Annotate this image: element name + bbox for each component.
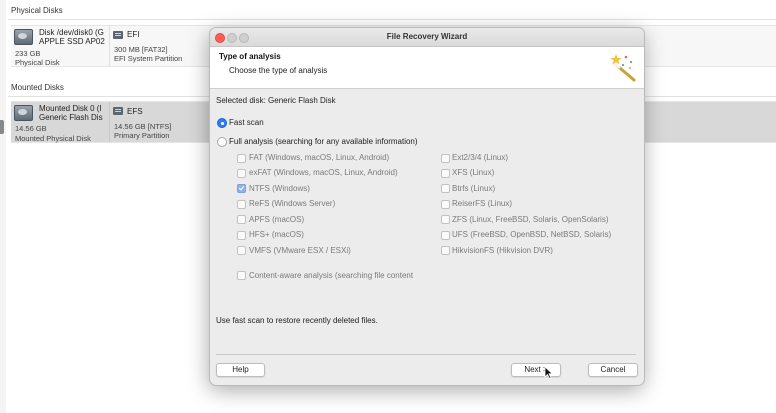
disk-size: 233 GB — [15, 49, 41, 58]
exfat-label[interactable]: exFAT (Windows, macOS, Linux, Android) — [249, 168, 398, 177]
partition-name: EFS — [127, 107, 143, 116]
fat-checkbox[interactable] — [237, 154, 246, 163]
ufs-checkbox[interactable] — [441, 231, 450, 240]
mouse-pointer-icon — [544, 366, 554, 379]
hard-disk-icon — [14, 29, 33, 45]
dialog-titlebar[interactable]: File Recovery Wizard — [210, 28, 644, 47]
efi-partition-cell[interactable]: EFI 300 MB [FAT32] EFI System Partition — [109, 26, 208, 66]
window-left-edge — [0, 0, 6, 413]
hfsplus-label[interactable]: HFS+ (macOS) — [249, 230, 304, 239]
partition-icon — [113, 107, 123, 115]
reiserfs-checkbox[interactable] — [441, 200, 450, 209]
hikvisionfs-label[interactable]: HikvisionFS (Hikvision DVR) — [452, 246, 553, 255]
section-divider — [8, 19, 776, 20]
flash-disk-icon — [14, 105, 33, 121]
cancel-button[interactable]: Cancel — [588, 363, 638, 377]
apfs-checkbox[interactable] — [237, 215, 246, 224]
partition-icon — [113, 31, 123, 39]
xfs-checkbox[interactable] — [441, 169, 450, 178]
sidebar-toggle-handle[interactable] — [0, 120, 4, 134]
exfat-checkbox[interactable] — [237, 169, 246, 178]
ext-label[interactable]: Ext2/3/4 (Linux) — [452, 153, 508, 162]
wizard-header: Type of analysis Choose the type of anal… — [210, 47, 644, 89]
help-button[interactable]: Help — [216, 363, 265, 377]
file-recovery-wizard-dialog: File Recovery Wizard Type of analysis Ch… — [209, 27, 645, 386]
footer-divider — [216, 354, 636, 355]
dialog-title: File Recovery Wizard — [386, 32, 468, 41]
content-aware-checkbox[interactable] — [237, 271, 246, 280]
partition-desc: EFI System Partition — [114, 54, 183, 63]
btrfs-label[interactable]: Btrfs (Linux) — [452, 184, 495, 193]
hfsplus-checkbox[interactable] — [237, 231, 246, 240]
full-analysis-radio[interactable] — [217, 137, 227, 147]
disk-type: Physical Disk — [15, 58, 60, 67]
partition-size: 300 MB [FAT32] — [114, 45, 168, 54]
partition-size: 14.56 GB [NTFS] — [114, 122, 172, 131]
fast-scan-radio[interactable] — [217, 118, 227, 128]
header-subtitle: Choose the type of analysis — [229, 66, 328, 75]
ntfs-checkbox[interactable] — [237, 184, 246, 193]
zfs-checkbox[interactable] — [441, 215, 450, 224]
selected-disk-text: Selected disk: Generic Flash Disk — [216, 96, 336, 105]
ntfs-label[interactable]: NTFS (Windows) — [249, 184, 310, 193]
mounted-disks-label: Mounted Disks — [11, 83, 64, 92]
zfs-label[interactable]: ZFS (Linux, FreeBSD, Solaris, OpenSolari… — [452, 215, 609, 224]
fast-scan-label[interactable]: Fast scan — [229, 118, 264, 127]
vmfs-label[interactable]: VMFS (VMware ESX / ESXi) — [249, 246, 351, 255]
btrfs-checkbox[interactable] — [441, 184, 450, 193]
ext-checkbox[interactable] — [441, 154, 450, 163]
refs-label[interactable]: ReFS (Windows Server) — [249, 199, 335, 208]
physical-disks-label: Physical Disks — [11, 6, 63, 15]
disk-name: Disk /dev/disk0 (G — [39, 28, 104, 37]
magic-wand-icon — [610, 54, 636, 82]
mounted-disk-cell[interactable]: Mounted Disk 0 (I Generic Flash Dis 14.5… — [11, 102, 107, 143]
header-title: Type of analysis — [219, 52, 281, 61]
content-aware-label[interactable]: Content-aware analysis (searching file c… — [249, 271, 413, 280]
refs-checkbox[interactable] — [237, 200, 246, 209]
fat-label[interactable]: FAT (Windows, macOS, Linux, Android) — [249, 153, 389, 162]
reiserfs-label[interactable]: ReiserFS (Linux) — [452, 199, 512, 208]
hikvisionfs-checkbox[interactable] — [441, 246, 450, 255]
disk-size: 14.56 GB — [15, 124, 47, 133]
partition-desc: Primary Partition — [114, 131, 170, 140]
disk-type: Mounted Physical Disk — [15, 134, 91, 143]
physical-disk-cell[interactable]: Disk /dev/disk0 (G APPLE SSD AP02 233 GB… — [11, 26, 107, 67]
scan-hint-text: Use fast scan to restore recently delete… — [216, 316, 378, 325]
disk-name: Mounted Disk 0 (I — [39, 104, 102, 113]
disk-model: APPLE SSD AP02 — [39, 37, 105, 46]
disk-model: Generic Flash Dis — [39, 113, 103, 122]
partition-name: EFI — [127, 30, 140, 39]
apfs-label[interactable]: APFS (macOS) — [249, 215, 304, 224]
vmfs-checkbox[interactable] — [237, 246, 246, 255]
ufs-label[interactable]: UFS (FreeBSD, OpenBSD, NetBSD, Solaris) — [452, 230, 611, 239]
full-analysis-label[interactable]: Full analysis (searching for any availab… — [229, 137, 418, 146]
efs-partition-cell[interactable]: EFS 14.56 GB [NTFS] Primary Partition — [109, 102, 208, 142]
xfs-label[interactable]: XFS (Linux) — [452, 168, 494, 177]
